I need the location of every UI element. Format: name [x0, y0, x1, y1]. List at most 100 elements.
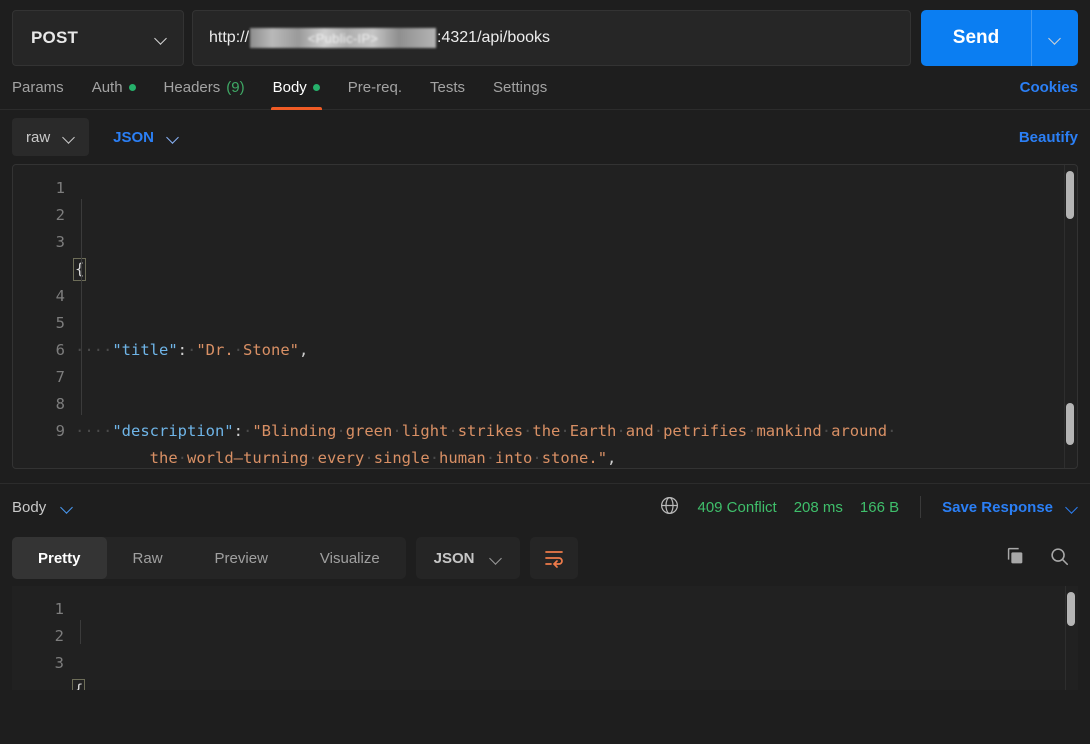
send-button[interactable]: Send: [921, 10, 1031, 66]
copy-icon[interactable]: [1004, 545, 1026, 572]
tab-headers[interactable]: Headers (9): [150, 66, 259, 110]
line-number: 3: [55, 233, 65, 251]
body-mode-selector[interactable]: raw: [12, 118, 90, 156]
status-dot-icon: [312, 84, 320, 91]
tab-label: Pre-req.: [347, 79, 402, 96]
redacted-ip-overlay: <Public-IP>: [250, 28, 437, 48]
body-format-selector[interactable]: JSON: [113, 129, 179, 146]
response-scrollbar-track[interactable]: [1065, 586, 1066, 690]
tab-params[interactable]: Params: [12, 66, 78, 110]
response-body-label: Body: [12, 498, 47, 516]
beautify-link[interactable]: Beautify: [1019, 129, 1078, 146]
request-url-bar: POST http:// <Public-IP> :4321/api/books…: [0, 0, 1090, 66]
open-brace: {: [73, 258, 87, 281]
response-gutter: 1 2 3: [12, 586, 74, 690]
status-dot-icon: [128, 84, 136, 91]
chevron-down-icon: [1050, 33, 1061, 44]
tab-label: Body: [272, 79, 307, 96]
line-number: 6: [55, 341, 65, 359]
method-label: POST: [31, 28, 79, 47]
tab-label: Headers: [163, 79, 221, 96]
url-input[interactable]: http:// <Public-IP> :4321/api/books: [192, 10, 911, 66]
chevron-down-icon: [62, 502, 73, 513]
tab-raw[interactable]: Raw: [107, 537, 189, 579]
url-suffix: :4321/api/books: [437, 29, 551, 46]
tab-label: Tests: [429, 79, 465, 96]
tab-label: Settings: [493, 79, 548, 96]
tab-tests[interactable]: Tests: [416, 66, 479, 110]
request-gutter: 1 2 3 4 5 6 7 8 9: [13, 165, 75, 468]
line-number: 3: [54, 654, 64, 672]
request-tabs: Params Auth Headers (9) Body Pre-req. Te…: [0, 66, 1090, 110]
word-wrap-button[interactable]: [529, 537, 578, 579]
method-selector[interactable]: POST: [12, 10, 184, 66]
tab-pretty[interactable]: Pretty: [12, 537, 107, 579]
word-wrap-icon: [544, 551, 563, 568]
chevron-down-icon: [491, 553, 502, 564]
response-tabs: Pretty Raw Preview Visualize JSON: [0, 530, 1090, 586]
tab-pre-request[interactable]: Pre-req.: [334, 66, 416, 110]
indent-guide: [81, 199, 82, 415]
save-response-label: Save Response: [942, 498, 1053, 516]
line-number: 8: [55, 395, 65, 413]
response-format-selector[interactable]: JSON: [415, 537, 520, 579]
cookies-link[interactable]: Cookies: [1020, 79, 1078, 96]
send-button-group[interactable]: Send: [921, 10, 1078, 66]
divider: [920, 496, 922, 518]
response-time: 208 ms: [793, 498, 843, 516]
search-icon[interactable]: [1048, 545, 1070, 572]
tab-label: Params: [12, 79, 64, 96]
editor-scrollbar-thumb-bottom[interactable]: [1066, 403, 1074, 445]
line-number: 7: [55, 368, 65, 386]
body-toolbar: raw JSON Beautify: [0, 110, 1090, 164]
response-meta-bar: Body 409 Conflict 208 ms 166 B Save Resp…: [0, 484, 1090, 530]
code-line: {: [72, 677, 1078, 690]
response-format-label: JSON: [433, 549, 475, 567]
editor-scrollbar-thumb-top[interactable]: [1066, 171, 1074, 219]
line-number: 1: [55, 179, 65, 197]
url-prefix: http://: [209, 29, 250, 46]
tab-label: Auth: [91, 79, 123, 96]
request-code[interactable]: { ····"title":·"Dr.·Stone", ····"descrip…: [73, 165, 1077, 468]
headers-count: (9): [226, 79, 245, 96]
editor-scrollbar-track[interactable]: [1064, 165, 1065, 468]
body-format-label: JSON: [113, 128, 155, 146]
response-code[interactable]: { "error": "Book title must be unique" }: [72, 586, 1078, 690]
line-number: 1: [54, 600, 64, 618]
line-number: 5: [55, 314, 65, 332]
response-stats: 409 Conflict 208 ms 166 B Save Response: [659, 495, 1078, 520]
save-response-button[interactable]: Save Response: [942, 499, 1078, 516]
response-body-editor[interactable]: 1 2 3 { "error": "Book title must be uni…: [12, 586, 1078, 690]
tab-preview[interactable]: Preview: [189, 537, 294, 579]
status-text: 409 Conflict: [697, 498, 777, 516]
tab-body[interactable]: Body: [259, 66, 334, 110]
line-number: 4: [55, 287, 65, 305]
code-line: ····"title":·"Dr.·Stone",: [75, 341, 309, 359]
tab-visualize[interactable]: Visualize: [294, 537, 406, 579]
line-number: 9: [55, 422, 65, 440]
line-number: 2: [55, 206, 65, 224]
code-line: {: [73, 256, 1077, 283]
response-body-selector[interactable]: Body: [12, 499, 73, 516]
tab-auth[interactable]: Auth: [78, 66, 150, 110]
body-mode-label: raw: [26, 128, 51, 146]
response-scrollbar-thumb[interactable]: [1067, 592, 1075, 626]
chevron-down-icon: [168, 132, 179, 143]
globe-icon: [659, 495, 680, 520]
redacted-ip-label: <Public-IP>: [307, 30, 379, 46]
send-options-button[interactable]: [1031, 10, 1078, 66]
indent-guide: [80, 620, 81, 644]
open-brace: {: [72, 679, 86, 690]
chevron-down-icon: [156, 33, 167, 44]
chevron-down-icon: [64, 132, 75, 143]
code-line: ····"description":·"Blinding·green·light…: [75, 422, 897, 467]
tab-settings[interactable]: Settings: [479, 66, 561, 110]
request-body-editor[interactable]: 1 2 3 4 5 6 7 8 9 { ····"title":·"Dr.·St…: [12, 164, 1078, 469]
response-size: 166 B: [859, 498, 900, 516]
url-text: http:// <Public-IP> :4321/api/books: [209, 28, 550, 48]
response-actions: [1004, 545, 1078, 572]
response-view-segmented: Pretty Raw Preview Visualize: [12, 537, 406, 579]
chevron-down-icon: [1067, 502, 1078, 513]
api-client-window: POST http:// <Public-IP> :4321/api/books…: [0, 0, 1090, 744]
line-number: 2: [54, 627, 64, 645]
